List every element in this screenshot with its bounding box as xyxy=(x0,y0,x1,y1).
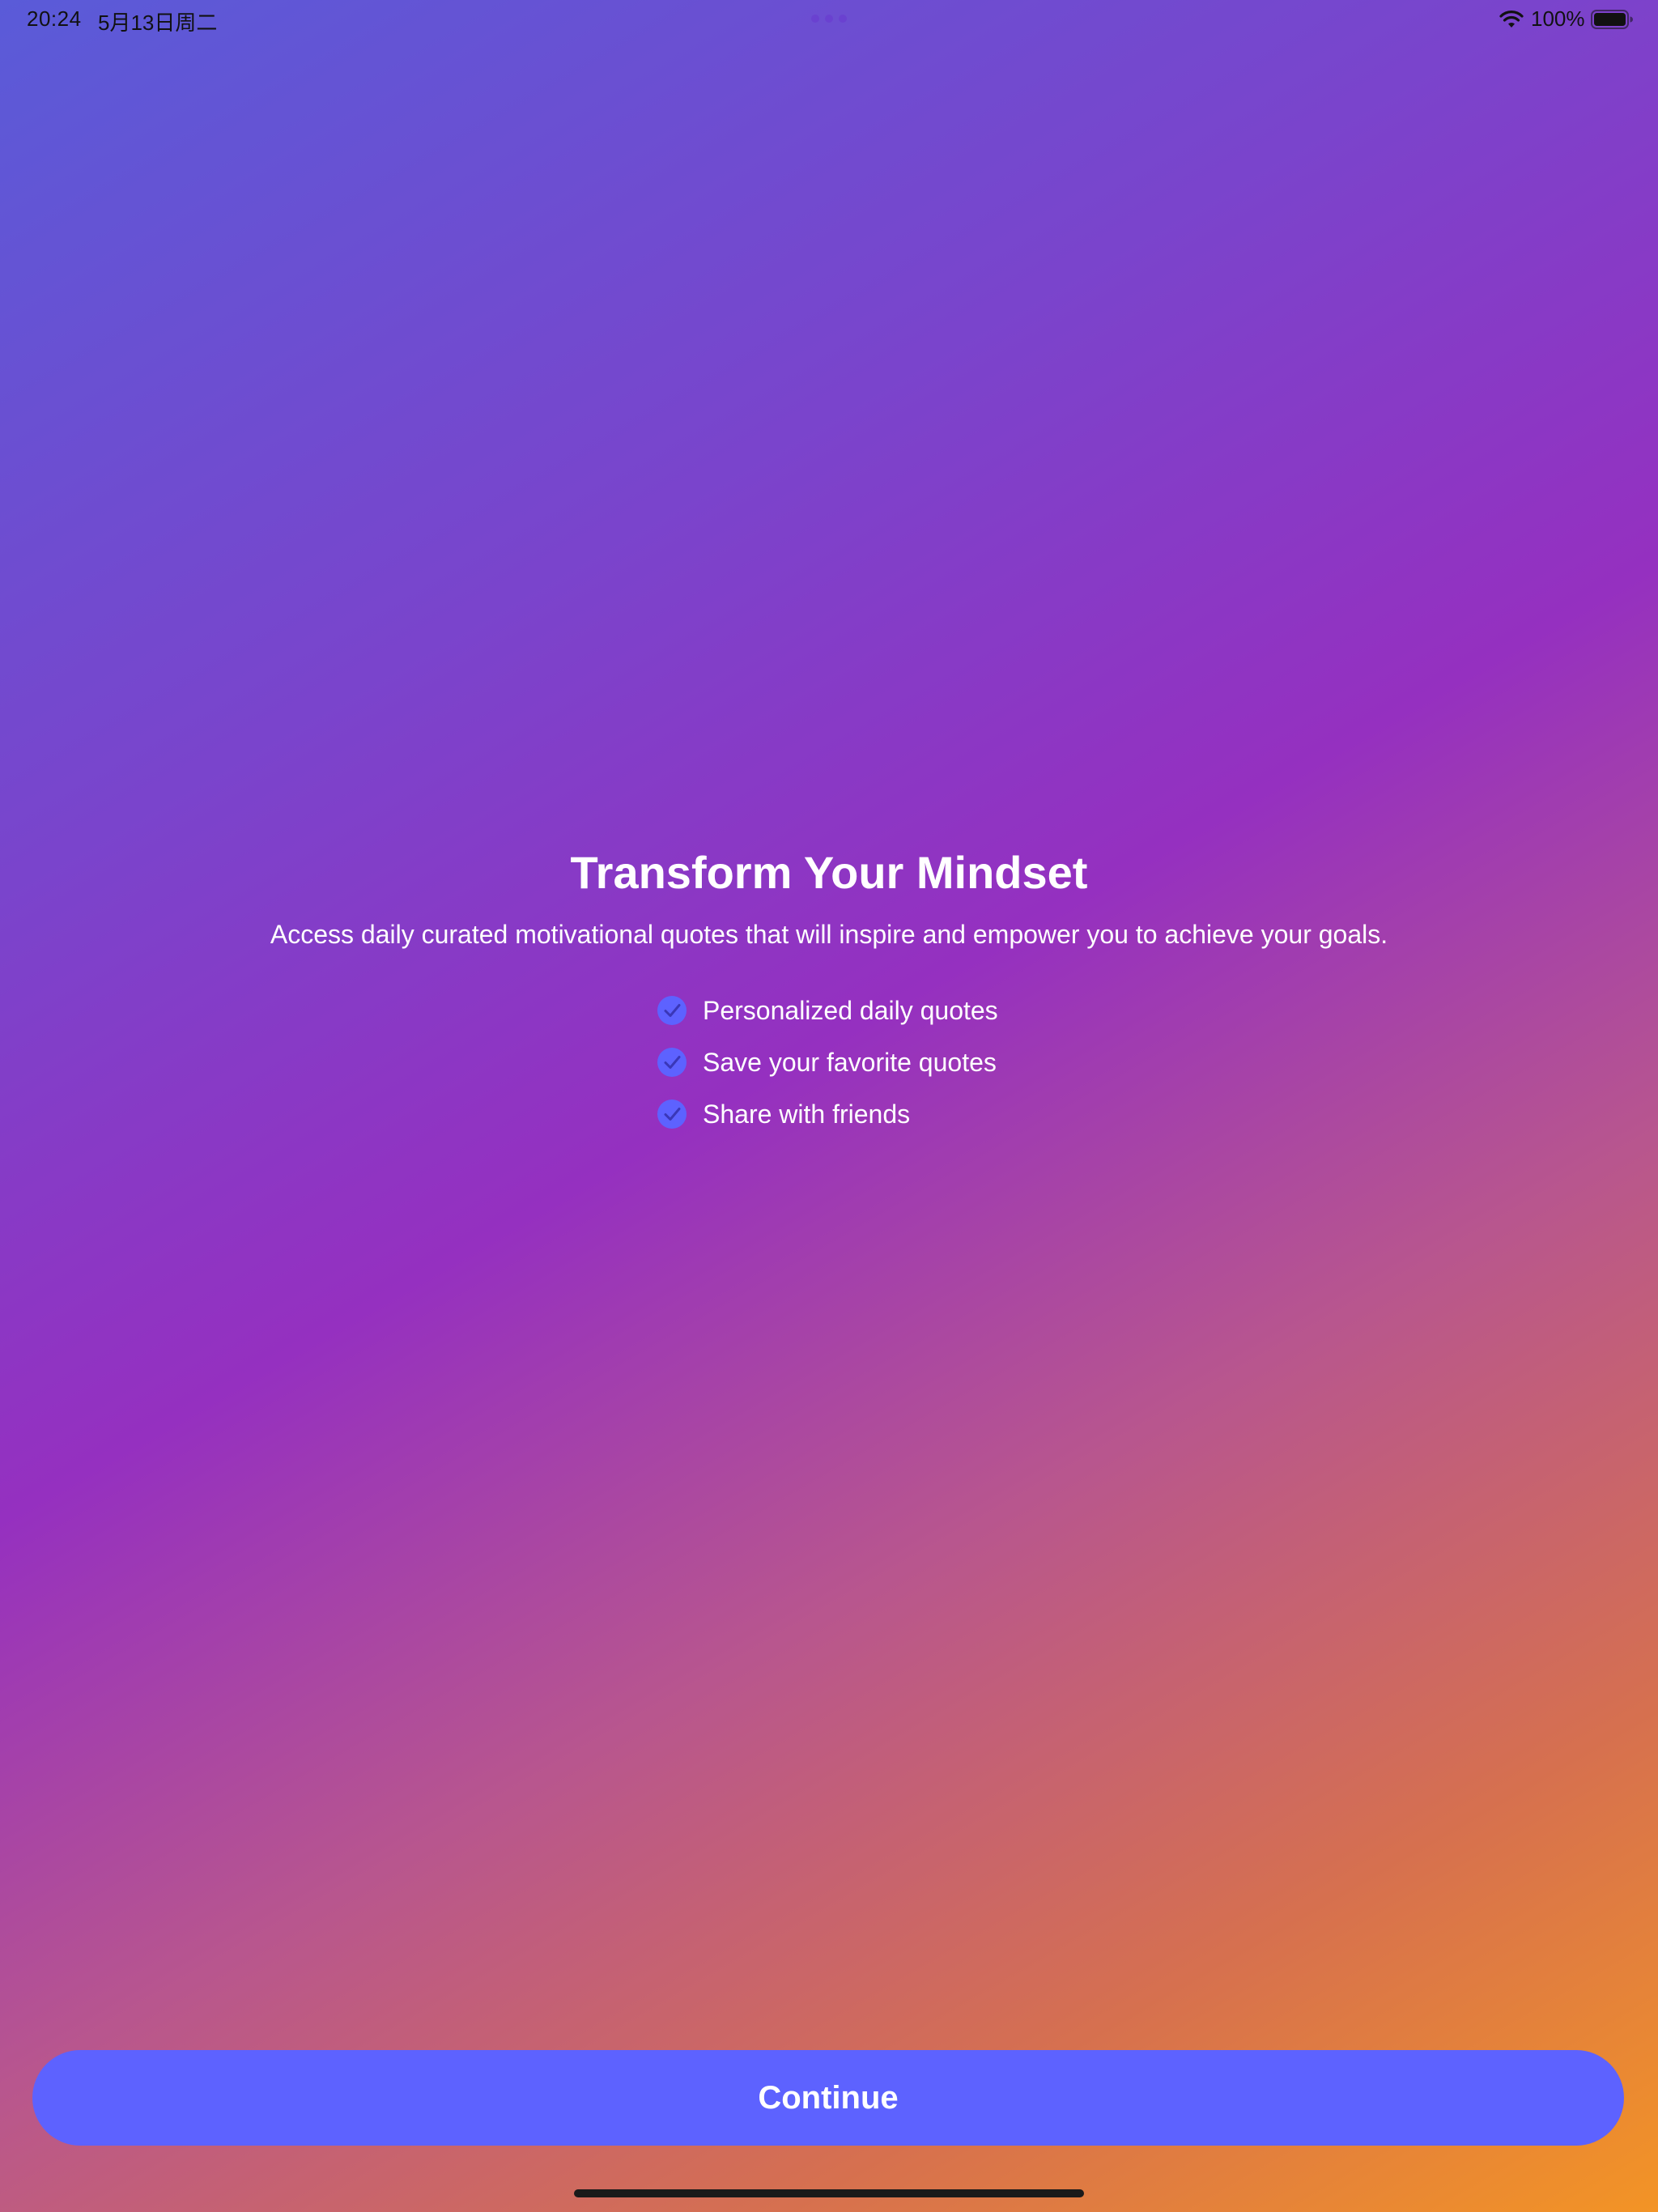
feature-label: Personalized daily quotes xyxy=(703,995,998,1025)
checkmark-circle-icon xyxy=(657,996,687,1025)
battery-percentage: 100% xyxy=(1531,6,1585,31)
page-subtitle: Access daily curated motivational quotes… xyxy=(270,920,1388,949)
checkmark-circle-icon xyxy=(657,1048,687,1077)
page-title: Transform Your Mindset xyxy=(570,847,1088,898)
status-date: 5月13日周二 xyxy=(98,11,218,35)
wifi-icon xyxy=(1499,11,1524,28)
feature-item: Share with friends xyxy=(657,1098,1224,1130)
status-bar: 20:24 5月13日周二 100% xyxy=(0,0,1658,39)
multitasking-dots-icon[interactable] xyxy=(811,15,847,24)
continue-button[interactable]: Continue xyxy=(32,2050,1624,2146)
feature-item: Personalized daily quotes xyxy=(657,994,1224,1027)
status-time: 20:24 xyxy=(27,6,82,31)
feature-label: Save your favorite quotes xyxy=(703,1047,997,1077)
checkmark-circle-icon xyxy=(657,1100,687,1129)
feature-list: Personalized daily quotes Save your favo… xyxy=(657,994,1224,1150)
feature-item: Save your favorite quotes xyxy=(657,1046,1224,1078)
continue-button-label: Continue xyxy=(758,2079,899,2116)
battery-icon xyxy=(1591,10,1633,29)
home-indicator[interactable] xyxy=(574,2189,1084,2197)
feature-label: Share with friends xyxy=(703,1099,911,1129)
onboarding-content: Transform Your Mindset Access daily cura… xyxy=(0,842,1658,952)
